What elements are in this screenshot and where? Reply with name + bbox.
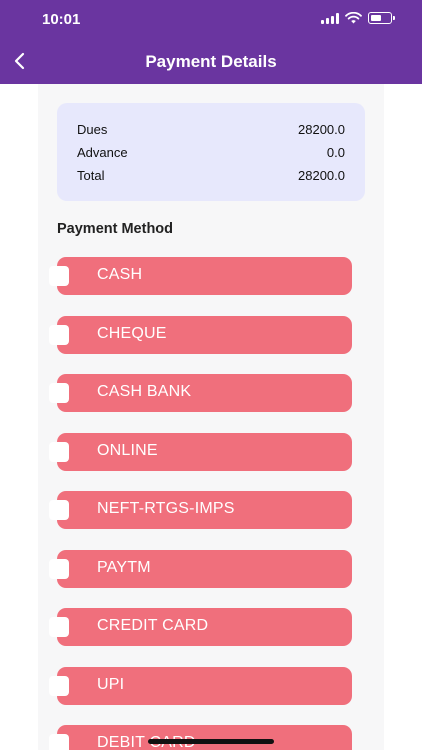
payment-option-button[interactable]: UPI <box>57 666 352 705</box>
payment-method-heading: Payment Method <box>57 221 174 237</box>
payment-option-button[interactable]: PAYTM <box>57 549 352 588</box>
payment-method-list: CASH CHEQUE CASH BANK ONLINE NEFT-RTGS-I… <box>49 257 379 750</box>
payment-option-button[interactable]: ONLINE <box>57 432 352 471</box>
payment-option-neft-rtgs-imps: NEFT-RTGS-IMPS <box>49 491 379 550</box>
payment-option-checkbox[interactable] <box>49 383 69 403</box>
payment-option-checkbox[interactable] <box>49 617 69 637</box>
payment-option-button[interactable]: CHEQUE <box>57 315 352 354</box>
summary-row-advance: Advance 0.0 <box>77 144 345 167</box>
status-bar: 10:01 <box>0 0 422 40</box>
payment-option-label: NEFT-RTGS-IMPS <box>97 500 235 517</box>
payment-option-button[interactable]: CASH <box>57 257 352 295</box>
payment-option-checkbox[interactable] <box>49 500 69 520</box>
payment-option-button[interactable]: DEBIT CARD <box>57 725 352 750</box>
payment-option-button[interactable]: NEFT-RTGS-IMPS <box>57 491 352 529</box>
payment-option-cash-bank: CASH BANK <box>49 374 379 433</box>
payment-option-checkbox[interactable] <box>49 441 69 462</box>
summary-row-dues: Dues 28200.0 <box>77 121 345 144</box>
app-header: 10:01 Payment Details <box>0 0 422 84</box>
cellular-signal-icon <box>321 12 339 24</box>
payment-option-label: ONLINE <box>97 441 158 459</box>
payment-option-cash: CASH <box>49 257 379 316</box>
nav-bar: Payment Details <box>0 40 422 84</box>
payment-option-checkbox[interactable] <box>49 324 69 345</box>
status-time: 10:01 <box>42 11 81 28</box>
status-icons <box>321 12 395 24</box>
payment-option-credit-card: CREDIT CARD <box>49 608 379 667</box>
summary-label: Dues <box>77 122 108 137</box>
payment-option-label: CASH <box>97 266 143 283</box>
page-title: Payment Details <box>145 52 277 71</box>
payment-option-checkbox[interactable] <box>49 734 69 750</box>
payment-option-cheque: CHEQUE <box>49 315 379 375</box>
payment-option-debit-card: DEBIT CARD <box>49 725 379 750</box>
payment-option-label: PAYTM <box>97 558 151 576</box>
payment-option-label: CREDIT CARD <box>97 617 209 634</box>
summary-value: 28200.0 <box>298 168 345 183</box>
payment-option-button[interactable]: CREDIT CARD <box>57 608 352 646</box>
home-indicator[interactable] <box>148 739 274 744</box>
payment-summary-card: Dues 28200.0 Advance 0.0 Total 28200.0 <box>57 103 365 201</box>
payment-option-button[interactable]: CASH BANK <box>57 374 352 412</box>
summary-label: Total <box>77 168 105 183</box>
payment-option-checkbox[interactable] <box>49 266 69 286</box>
payment-option-label: UPI <box>97 675 125 693</box>
summary-row-total: Total 28200.0 <box>77 167 345 190</box>
battery-icon <box>368 12 395 24</box>
payment-content: Dues 28200.0 Advance 0.0 Total 28200.0 P… <box>38 84 384 750</box>
payment-option-label: CASH BANK <box>97 383 192 400</box>
payment-option-online: ONLINE <box>49 432 379 492</box>
payment-option-upi: UPI <box>49 666 379 726</box>
summary-label: Advance <box>77 145 128 160</box>
summary-value: 28200.0 <box>298 122 345 137</box>
payment-option-label: CHEQUE <box>97 324 167 342</box>
summary-value: 0.0 <box>326 145 345 160</box>
payment-option-checkbox[interactable] <box>49 675 69 696</box>
payment-option-checkbox[interactable] <box>49 558 69 579</box>
wifi-icon <box>345 12 362 24</box>
payment-option-paytm: PAYTM <box>49 549 379 609</box>
